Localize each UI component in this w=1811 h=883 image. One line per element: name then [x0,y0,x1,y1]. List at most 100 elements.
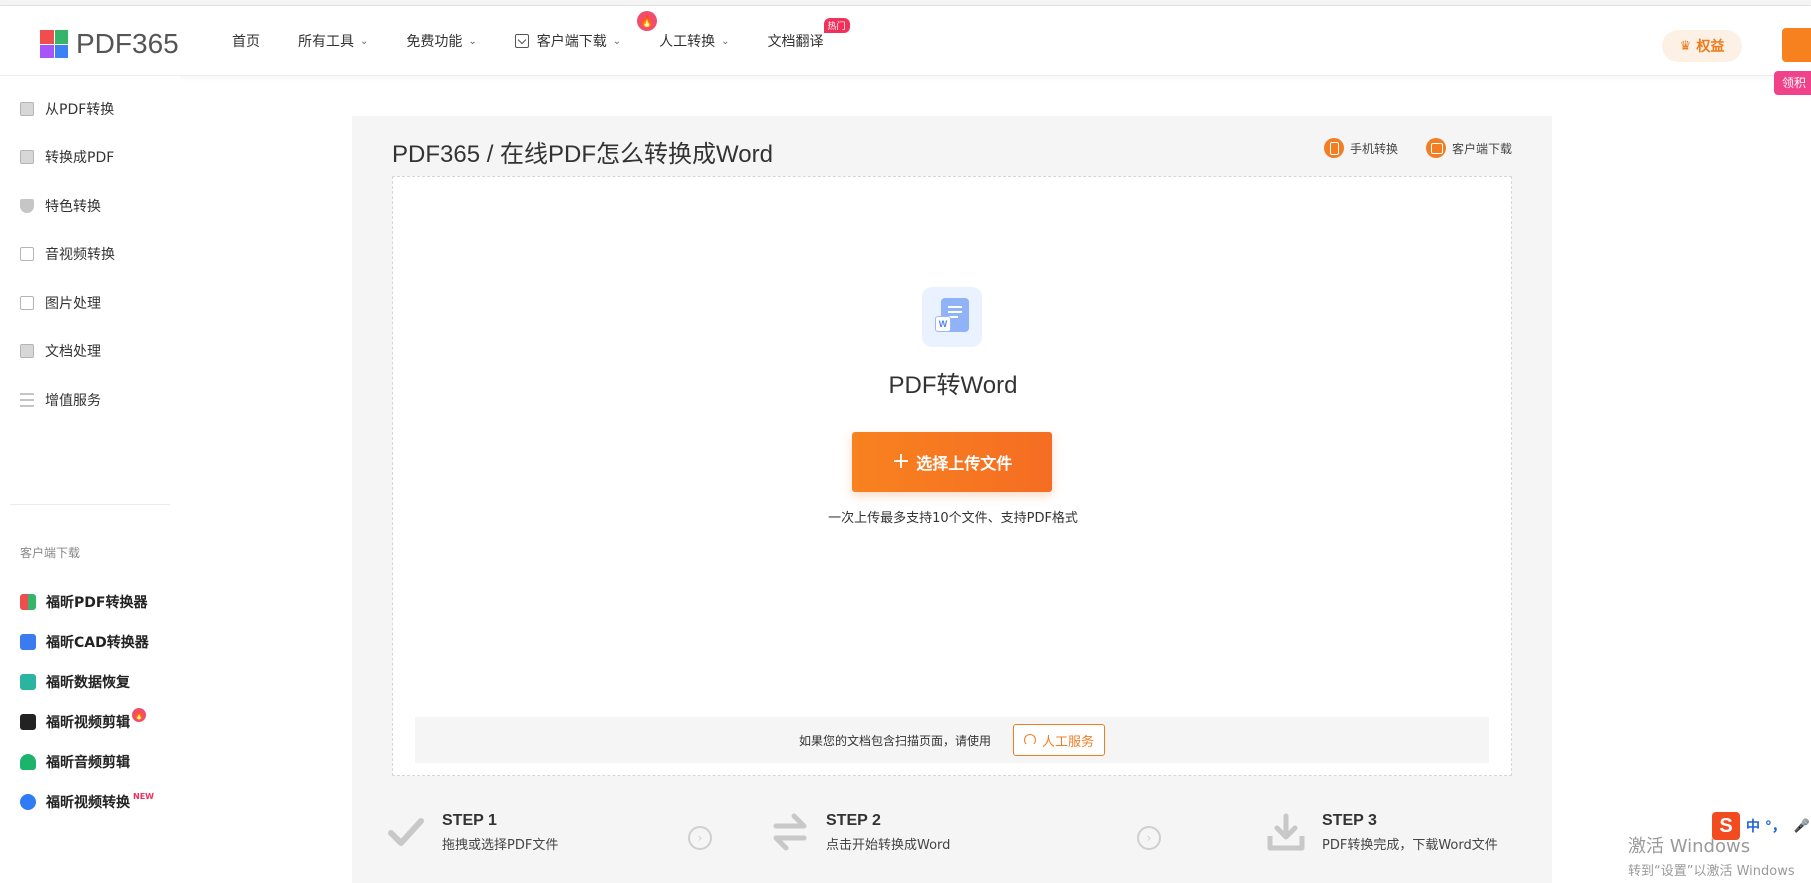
sidebar-item-av[interactable]: 音视频转换 [20,242,115,266]
sidebar-item-to-pdf[interactable]: 转换成PDF [20,145,114,169]
rights-button[interactable]: ♛ 权益 [1662,30,1742,62]
client-item-cad-converter[interactable]: 福昕CAD转换器 [20,631,149,653]
new-badge: NEW [133,791,154,801]
main-nav: 首页 所有工具 ⌄ 免费功能 ⌄ 客户端下载 ⌄ 🔥 人工转换 ⌄ 文档翻译 热… [232,6,862,76]
manual-service-label: 人工服务 [1042,734,1095,750]
step-label: STEP 2 [826,812,881,829]
rights-label: 权益 [1696,39,1725,55]
step-desc: PDF转换完成，下载Word文件 [1322,838,1498,853]
nav-client-download[interactable]: 客户端下载 ⌄ [514,31,622,51]
client-item-label: 福昕数据恢复 [46,675,130,691]
top-navigation: PDF365 首页 所有工具 ⌄ 免费功能 ⌄ 客户端下载 ⌄ 🔥 人工转换 ⌄… [0,6,1811,76]
download-icon [1425,138,1446,158]
client-item-pdf-converter[interactable]: 福昕PDF转换器 [20,591,147,613]
client-item-label: 福昕音频剪辑 [46,755,130,771]
crown-icon: ♛ [1679,38,1692,54]
upload-hint: 一次上传最多支持10个文件、支持PDF格式 [828,511,1078,526]
fire-icon: 🔥 [637,11,658,31]
sidebar-item-image[interactable]: 图片处理 [20,291,101,315]
arrow-right-icon: › [688,826,712,850]
list-icon [20,393,34,407]
data-recovery-icon [20,674,36,690]
mobile-convert-label: 手机转换 [1349,141,1398,156]
hot-badge: 热门 [823,18,850,33]
cad-converter-icon [20,634,36,650]
client-item-video-converter[interactable]: 福昕视频转换 NEW [20,791,154,813]
main-panel: PDF365 / 在线PDF怎么转换成Word 手机转换 客户端下载 W PDF… [352,116,1552,883]
step-2: STEP 2 点击开始转换成Word [770,812,950,853]
scan-notice-text: 如果您的文档包含扫描页面，请使用 [798,733,991,748]
download-tray-icon [1267,813,1305,851]
client-item-audio-editor[interactable]: 福昕音频剪辑 [20,751,130,773]
pdf-converter-icon [20,594,36,610]
logo[interactable]: PDF365 [40,28,179,60]
step-label: STEP 3 [1322,812,1377,829]
sidebar-item-label: 从PDF转换 [45,102,115,118]
nav-home[interactable]: 首页 [232,31,260,51]
upload-dropzone[interactable]: W PDF转Word + 选择上传文件 一次上传最多支持10个文件、支持PDF格… [392,176,1512,776]
mobile-convert-link[interactable]: 手机转换 [1323,138,1398,158]
client-item-video-editor[interactable]: 福昕视频剪辑 🔥 [20,708,146,733]
sidebar-item-value-added[interactable]: 增值服务 [20,388,101,412]
windows-activation-watermark: 激活 Windows 转到“设置”以激活 Windows [1628,832,1795,879]
login-button[interactable] [1782,28,1811,62]
sidebar-item-label: 音视频转换 [45,247,115,263]
step-3: STEP 3 PDF转换完成，下载Word文件 [1266,812,1498,853]
upload-file-label: 选择上传文件 [916,454,1013,473]
sidebar-item-label: 特色转换 [45,199,101,215]
arrow-right-icon: › [1137,826,1161,850]
client-item-label: 福昕视频转换 [46,795,130,811]
sidebar: 从PDF转换 转换成PDF 特色转换 音视频转换 图片处理 文档处理 增值服务 … [0,76,180,883]
breadcrumb: PDF365 / 在线PDF怎么转换成Word [392,141,773,168]
video-editor-icon [20,714,36,730]
document-icon [20,344,34,358]
chevron-down-icon: ⌄ [360,35,369,47]
nav-all-tools[interactable]: 所有工具 ⌄ [298,31,368,51]
step-1: STEP 1 拖拽或选择PDF文件 [386,812,558,853]
shield-icon [20,199,34,213]
sidebar-caption: 客户端下载 [20,546,81,560]
step-label: STEP 1 [442,812,497,829]
chevron-down-icon: ⌄ [468,35,477,47]
step-desc: 点击开始转换成Word [826,838,951,853]
sidebar-item-document[interactable]: 文档处理 [20,339,101,363]
nav-doc-translate-label: 文档翻译 [767,34,824,50]
download-icon [514,34,529,48]
chevron-down-icon: ⌄ [721,35,730,47]
file-from-pdf-icon [20,102,34,116]
sidebar-item-label: 转换成PDF [45,150,115,166]
step-desc: 拖拽或选择PDF文件 [442,838,559,853]
client-download-link[interactable]: 客户端下载 [1425,138,1512,158]
check-icon [388,818,424,846]
sidebar-item-label: 图片处理 [45,296,101,312]
image-icon [20,296,34,310]
logo-text: PDF365 [76,28,179,59]
nav-client-download-label: 客户端下载 [536,34,607,50]
file-to-pdf-icon [20,150,34,164]
sidebar-item-label: 增值服务 [45,393,101,409]
phone-icon [1323,138,1344,158]
chevron-down-icon: ⌄ [612,35,622,47]
client-item-label: 福昕CAD转换器 [46,635,149,651]
plus-icon: + [891,449,911,474]
convert-arrows-icon [773,813,807,851]
sidebar-item-special[interactable]: 特色转换 [20,194,101,218]
nav-manual-conversion[interactable]: 🔥 人工转换 ⌄ [637,11,730,51]
client-download-label: 客户端下载 [1451,141,1512,156]
manual-service-button[interactable]: 人工服务 [1013,724,1106,756]
nav-doc-translate[interactable]: 文档翻译 热门 [767,18,850,51]
microphone-icon[interactable]: 🎤 [1794,819,1810,834]
sidebar-item-from-pdf[interactable]: 从PDF转换 [20,97,114,121]
nav-home-label: 首页 [232,34,260,50]
nav-free-features[interactable]: 免费功能 ⌄ [406,31,476,51]
watermark-line-2: 转到“设置”以激活 Windows [1628,864,1795,879]
upload-file-button[interactable]: + 选择上传文件 [852,432,1052,492]
client-item-data-recovery[interactable]: 福昕数据恢复 [20,671,130,693]
points-tag[interactable]: 领积 [1774,71,1811,95]
nav-free-features-label: 免费功能 [406,34,463,50]
audio-editor-icon [20,754,36,770]
watermark-line-1: 激活 Windows [1628,836,1751,857]
logo-mark-icon [40,30,68,58]
scan-notice-bar: 如果您的文档包含扫描页面，请使用 人工服务 [415,717,1489,763]
client-item-label: 福昕PDF转换器 [46,595,148,611]
